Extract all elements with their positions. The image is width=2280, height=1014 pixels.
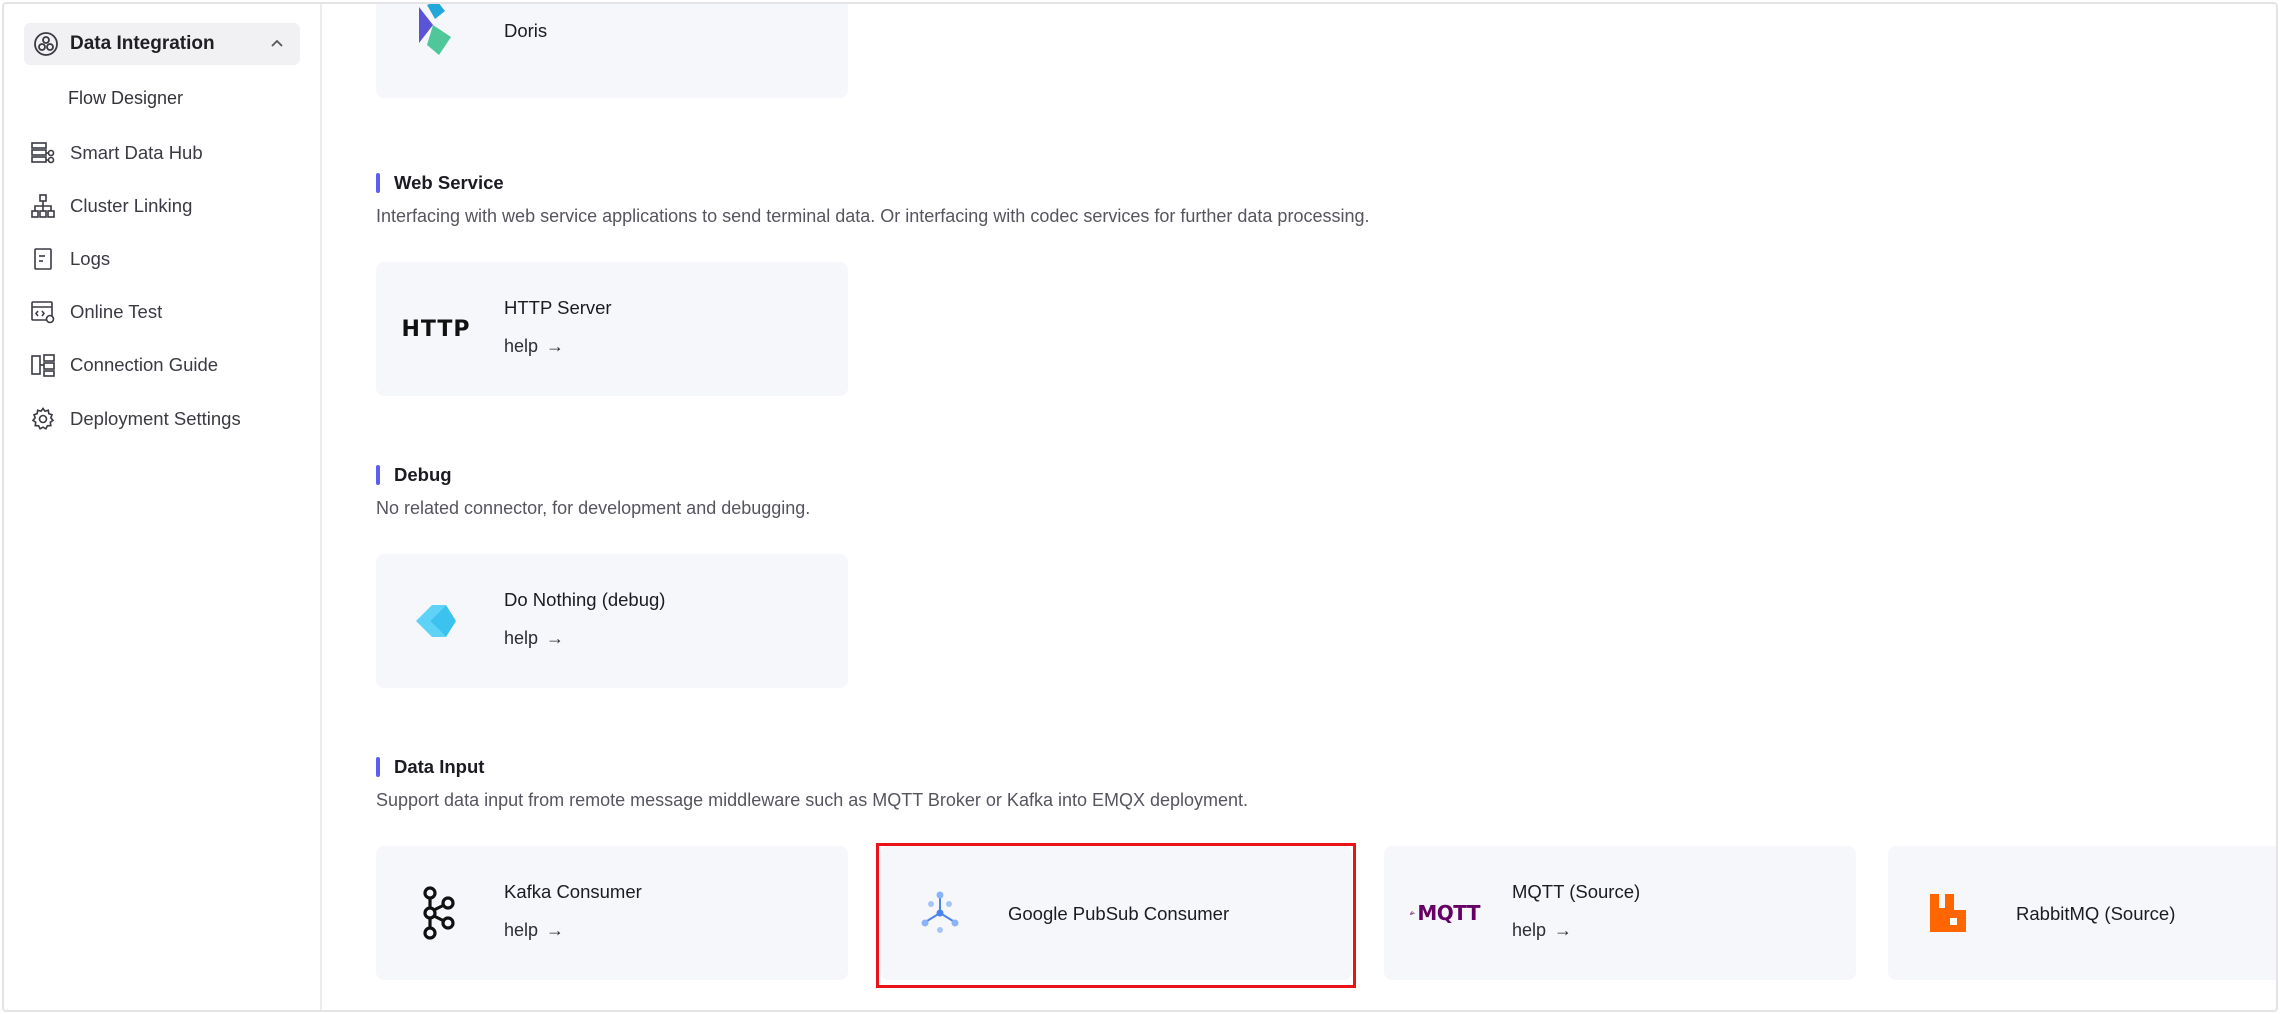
- connector-name: Kafka Consumer: [504, 881, 642, 902]
- selection-highlight: [876, 843, 1356, 988]
- help-link[interactable]: help →: [504, 920, 564, 941]
- sidebar-item-cluster-linking[interactable]: Cluster Linking: [30, 191, 192, 221]
- connector-card-rabbitmq-source[interactable]: RabbitMQ (Source): [1888, 846, 2276, 980]
- section-title-debug: Debug: [376, 464, 452, 486]
- sidebar-group-label: Data Integration: [70, 33, 215, 54]
- sidebar-item-online-test[interactable]: Online Test: [30, 297, 162, 327]
- sidebar-item-deployment-settings[interactable]: Deployment Settings: [30, 404, 241, 434]
- http-logo-icon: HTTP: [401, 316, 471, 342]
- connector-name: MQTT (Source): [1512, 881, 1641, 902]
- section-accent-bar: [376, 757, 380, 777]
- doris-logo-icon: [406, 4, 466, 58]
- section-title-data-input: Data Input: [376, 756, 484, 778]
- data-hub-icon: [31, 142, 55, 164]
- sidebar-item-label: Cluster Linking: [70, 195, 193, 216]
- do-nothing-logo-icon: [406, 591, 466, 651]
- mqtt-logo-icon: MQTT: [1410, 883, 1480, 943]
- sidebar-item-label: Deployment Settings: [70, 408, 241, 429]
- help-link[interactable]: help →: [504, 628, 564, 649]
- help-link[interactable]: help →: [1512, 920, 1572, 941]
- arrow-right-icon: →: [1554, 920, 1573, 940]
- arrow-right-icon: →: [546, 336, 565, 356]
- app-window: Data Integration Flow Designer Smart Dat…: [2, 2, 2278, 1012]
- section-accent-bar: [376, 465, 380, 485]
- section-desc-debug: No related connector, for development an…: [376, 498, 811, 518]
- sidebar-item-label: Online Test: [70, 301, 163, 322]
- section-title-web-service: Web Service: [376, 172, 504, 194]
- logs-icon: [34, 248, 52, 270]
- sidebar-item-label: Logs: [70, 248, 111, 269]
- arrow-right-icon: →: [546, 920, 565, 940]
- section-accent-bar: [376, 173, 380, 193]
- connector-catalog: Doris Web Service Interfacing with web s…: [324, 4, 2276, 1010]
- cluster-linking-icon: [31, 194, 55, 218]
- connector-card-doris[interactable]: Doris: [376, 4, 848, 98]
- sidebar-item-connection-guide[interactable]: Connection Guide: [30, 350, 218, 380]
- connector-name: Do Nothing (debug): [504, 589, 666, 610]
- connector-name: HTTP Server: [504, 297, 612, 318]
- sidebar-item-flow-designer[interactable]: Flow Designer: [68, 88, 183, 109]
- section-desc-data-input: Support data input from remote message m…: [376, 790, 1249, 810]
- connector-card-mqtt-source[interactable]: MQTT MQTT (Source) help →: [1384, 846, 1856, 980]
- rabbitmq-logo-icon: [1918, 883, 1978, 943]
- sidebar-item-smart-data-hub[interactable]: Smart Data Hub: [30, 138, 203, 168]
- sidebar-item-label: Smart Data Hub: [70, 142, 203, 163]
- sidebar-group-data-integration[interactable]: Data Integration: [24, 23, 300, 65]
- kafka-logo-icon: [406, 883, 466, 943]
- connector-card-do-nothing[interactable]: Do Nothing (debug) help →: [376, 554, 848, 688]
- section-desc-web-service: Interfacing with web service application…: [376, 206, 1370, 226]
- help-link[interactable]: help →: [504, 336, 564, 357]
- connector-card-kafka-consumer[interactable]: Kafka Consumer help →: [376, 846, 848, 980]
- connector-name: RabbitMQ (Source): [2016, 903, 2176, 924]
- sidebar-item-logs[interactable]: Logs: [30, 244, 110, 274]
- online-test-icon: [31, 301, 55, 324]
- arrow-right-icon: →: [546, 628, 565, 648]
- gear-icon: [31, 407, 55, 430]
- chevron-up-icon[interactable]: [268, 35, 286, 53]
- connector-name: Doris: [504, 20, 548, 41]
- connector-card-http-server[interactable]: HTTP HTTP Server help →: [376, 262, 848, 396]
- sidebar: Data Integration Flow Designer Smart Dat…: [4, 4, 322, 1010]
- connection-guide-icon: [31, 354, 55, 377]
- sidebar-item-label: Connection Guide: [70, 354, 219, 375]
- data-integration-icon: [34, 32, 58, 56]
